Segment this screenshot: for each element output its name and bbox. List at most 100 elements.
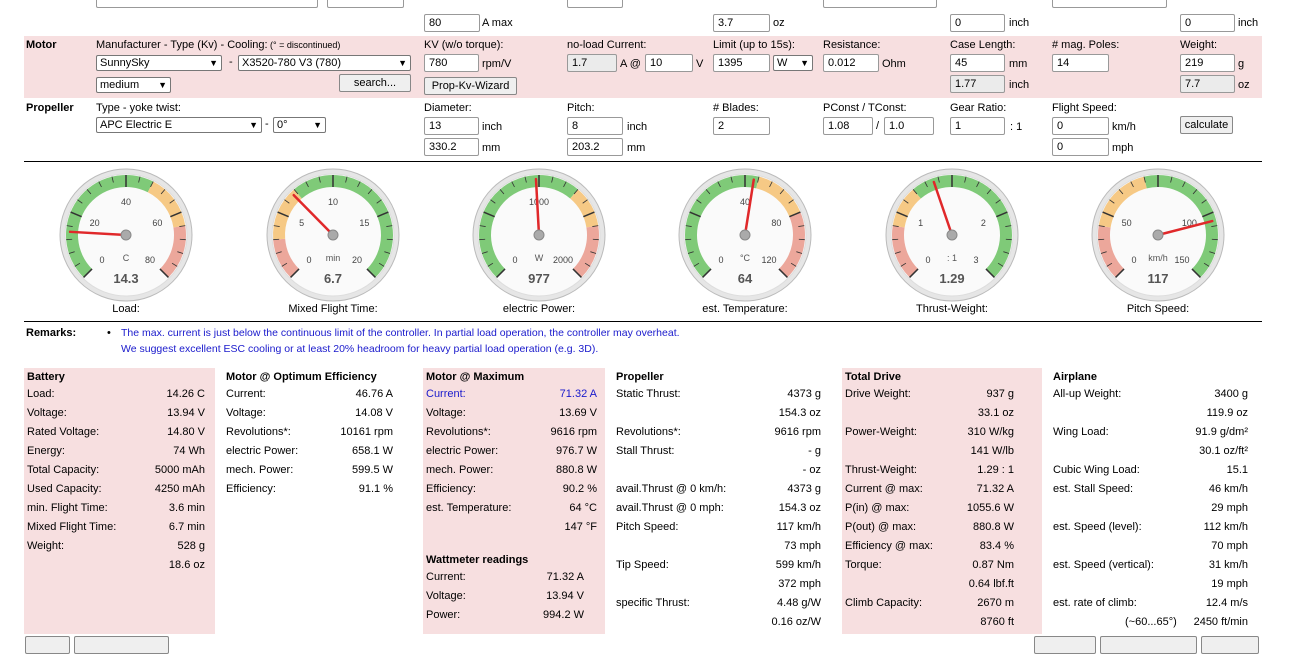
propeller-section-title: Propeller (26, 102, 74, 114)
result-value: 13.94 V (167, 407, 205, 419)
result-value: 13.69 V (559, 407, 597, 419)
noload-label: no-load Current: (567, 39, 647, 51)
resistance-input[interactable]: 0.012 (823, 54, 879, 72)
result-value: 154.3 oz (779, 502, 821, 514)
gauge-hub (534, 230, 544, 240)
inch2-input[interactable]: 0 (1180, 14, 1235, 32)
gauge-tick-label: 10 (328, 197, 338, 207)
blades-label: # Blades: (713, 102, 759, 114)
kv-input[interactable]: 780 (424, 54, 479, 72)
gauge-tick-label: 15 (359, 218, 369, 228)
pitch-inch-input[interactable]: 8 (567, 117, 623, 135)
result-label: Torque: (845, 559, 882, 571)
result-value: - g (808, 445, 821, 457)
result-label: Current: (426, 388, 466, 400)
result-value: 30.1 oz/ft² (1199, 445, 1248, 457)
pitch-label: Pitch: (567, 102, 595, 114)
gauge-tick-label: 50 (1122, 218, 1132, 228)
result-label: avail.Thrust @ 0 km/h: (616, 483, 726, 495)
motor-type-select[interactable]: X3520-780 V3 (780)▼ (238, 55, 411, 71)
kv-label: KV (w/o torque): (424, 39, 503, 51)
result-value: 372 mph (778, 578, 821, 590)
flight-speed-label: Flight Speed: (1052, 102, 1117, 114)
prop-type-select[interactable]: APC Electric E▼ (96, 117, 262, 133)
prop-kv-wizard-button[interactable]: Prop-Kv-Wizard (424, 77, 517, 95)
motor-section-title: Motor (26, 39, 57, 51)
gauge-tick-label: 0 (512, 255, 517, 265)
chevron-down-icon: ▼ (209, 56, 218, 70)
result-value: 599 km/h (776, 559, 821, 571)
limit-unit-select[interactable]: W▼ (773, 55, 813, 71)
oz-input[interactable]: 3.7 (713, 14, 770, 32)
inch1-input[interactable]: 0 (950, 14, 1005, 32)
bottom-partial-button-3[interactable] (1034, 636, 1096, 654)
bottom-partial-button-1[interactable] (25, 636, 70, 654)
bottom-partial-button-5[interactable] (1201, 636, 1259, 654)
top-partial-field-1[interactable] (96, 0, 318, 8)
gauge-tick-label: 20 (90, 218, 100, 228)
yoke-twist-select[interactable]: 0°▼ (273, 117, 326, 133)
result-label: avail.Thrust @ 0 mph: (616, 502, 724, 514)
calculate-button[interactable]: calculate (1180, 116, 1233, 134)
result-label: Wing Load: (1053, 426, 1109, 438)
manufacturer-select[interactable]: SunnySky▼ (96, 55, 222, 71)
gauge-unit: C (123, 253, 130, 263)
noload-voltage-input[interactable]: 10 (645, 54, 693, 72)
case-length-mm-input[interactable]: 45 (950, 54, 1005, 72)
result-value: 880.8 W (556, 464, 597, 476)
gauge-tick-label: 1 (918, 218, 923, 228)
noload-current-input[interactable]: 1.7 (567, 54, 617, 72)
blades-input[interactable]: 2 (713, 117, 770, 135)
limit-label: Limit (up to 15s): (713, 39, 795, 51)
result-value: 0.87 Nm (972, 559, 1014, 571)
tconst-input[interactable]: 1.0 (884, 117, 934, 135)
result-value: 73 mph (784, 540, 821, 552)
gauge-caption-pitch-speed: Pitch Speed: (1093, 303, 1223, 315)
diameter-inch-input[interactable]: 13 (424, 117, 479, 135)
gauge-caption-power: electric Power: (474, 303, 604, 315)
gear-ratio-input[interactable]: 1 (950, 117, 1005, 135)
poles-input[interactable]: 14 (1052, 54, 1109, 72)
result-label: Load: (27, 388, 55, 400)
result-value: 91.1 % (359, 483, 393, 495)
gauge-tick-label: 3 (974, 255, 979, 265)
amax-unit: A max (482, 17, 513, 29)
top-partial-field-4[interactable] (823, 0, 937, 8)
result-label: Pitch Speed: (616, 521, 678, 533)
top-partial-field-5[interactable] (1052, 0, 1167, 8)
gauge-tick-label: 20 (352, 255, 362, 265)
motor-search-button[interactable]: search... (339, 74, 411, 92)
pconst-input[interactable]: 1.08 (823, 117, 873, 135)
result-value: 12.4 m/s (1206, 597, 1248, 609)
top-partial-field-2[interactable] (327, 0, 404, 8)
result-label: Voltage: (27, 407, 67, 419)
result-label: est. Speed (level): (1053, 521, 1142, 533)
result-label: Current @ max: (845, 483, 923, 495)
bottom-partial-button-4[interactable] (1100, 636, 1197, 654)
cooling-select[interactable]: medium▼ (96, 77, 171, 93)
flight-speed-kmh-input[interactable]: 0 (1052, 117, 1109, 135)
result-label: min. Flight Time: (27, 502, 108, 514)
motor-weight-oz-input[interactable]: 7.7 (1180, 75, 1235, 93)
result-label: Voltage: (426, 407, 466, 419)
gauge-tick-label: 0 (99, 255, 104, 265)
amax-input[interactable]: 80 (424, 14, 480, 32)
limit-input[interactable]: 1395 (713, 54, 770, 72)
inch2-unit: inch (1238, 17, 1258, 29)
result-label: (~60...65°) (1125, 616, 1177, 628)
remarks-label: Remarks: (26, 327, 76, 339)
bottom-partial-button-2[interactable] (74, 636, 169, 654)
result-value: 71.32 A (560, 388, 597, 400)
diameter-mm-input[interactable]: 330.2 (424, 138, 479, 156)
diameter-inch-unit: inch (482, 121, 502, 133)
pitch-mm-input[interactable]: 203.2 (567, 138, 623, 156)
gauges-svg: 020406080C14.305101520min6.7010002000W97… (0, 163, 1293, 319)
top-partial-field-3[interactable] (567, 0, 623, 8)
case-length-inch-input[interactable]: 1.77 (950, 75, 1005, 93)
airplane-title: Airplane (1053, 371, 1097, 383)
motor-weight-g-input[interactable]: 219 (1180, 54, 1235, 72)
case-length-mm-unit: mm (1009, 58, 1027, 70)
flight-speed-mph-input[interactable]: 0 (1052, 138, 1109, 156)
prop-type-label: Type - yoke twist: (96, 102, 181, 114)
result-value: 3.6 min (169, 502, 205, 514)
